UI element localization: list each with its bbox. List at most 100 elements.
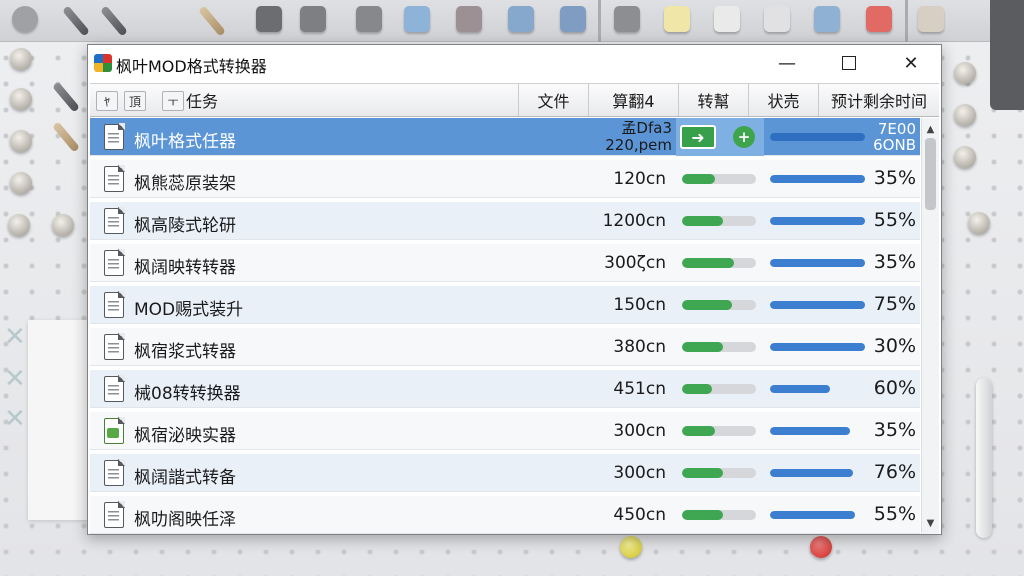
overall-progress-fill bbox=[770, 427, 850, 435]
document-icon bbox=[104, 375, 125, 402]
transfer-progress-bar bbox=[682, 510, 756, 520]
task-name: 枫宿浆式转器 bbox=[134, 342, 236, 362]
overall-progress-fill bbox=[770, 175, 865, 183]
toolbar-sort-button[interactable]: ㅜ bbox=[162, 91, 184, 111]
task-name: 械08转转换器 bbox=[134, 384, 241, 404]
close-button[interactable]: ✕ bbox=[880, 45, 941, 81]
desk-paper bbox=[28, 320, 90, 520]
task-size: 300ζcn bbox=[604, 253, 666, 273]
overall-progress-bar bbox=[770, 343, 870, 351]
desk-clip: ✕ bbox=[4, 404, 26, 434]
task-size: 300cn bbox=[613, 463, 666, 483]
transfer-progress-fill bbox=[682, 174, 716, 184]
transfer-progress-fill bbox=[682, 384, 712, 394]
overall-progress-bar bbox=[770, 427, 870, 435]
tray-tile bbox=[560, 6, 586, 32]
column-eta[interactable]: 预计剩余时间 bbox=[818, 84, 939, 116]
document-icon bbox=[104, 165, 125, 192]
overall-progress-fill bbox=[770, 217, 865, 225]
converter-window[interactable]: 枫叶MOD格式转换器 — ✕ ﾔ 頂 ㅜ 任务 文件 算翻4 转幫 状売 预计剩… bbox=[87, 44, 942, 535]
transfer-progress-fill bbox=[682, 300, 733, 310]
task-row[interactable]: 枫宿浆式转器 380cn 30% bbox=[90, 328, 920, 366]
overall-progress-bar bbox=[770, 133, 870, 141]
transfer-progress-fill bbox=[682, 342, 723, 352]
task-row[interactable]: 枫阔諧式转备 300cn 76% bbox=[90, 454, 920, 492]
overall-progress-bar bbox=[770, 217, 870, 225]
task-name: 枫熊蕊原装架 bbox=[134, 174, 236, 194]
toolbar-pin-button[interactable]: ﾔ bbox=[96, 91, 118, 111]
add-task-button[interactable]: + bbox=[733, 126, 755, 148]
scroll-up-button[interactable]: ▲ bbox=[922, 120, 939, 138]
desk-knob bbox=[10, 48, 32, 70]
spreadsheet-icon bbox=[104, 417, 125, 444]
tray-tile bbox=[356, 6, 382, 32]
scroll-down-button[interactable]: ▼ bbox=[922, 514, 939, 532]
task-size: 450cn bbox=[613, 505, 666, 525]
column-file[interactable]: 文件 bbox=[518, 84, 588, 116]
desk-knob bbox=[620, 536, 642, 558]
task-size: 300cn bbox=[613, 421, 666, 441]
maximize-icon bbox=[842, 56, 856, 70]
document-icon bbox=[104, 333, 125, 360]
desk-knob bbox=[10, 172, 32, 194]
overall-progress-bar bbox=[770, 469, 870, 477]
column-status[interactable]: 状売 bbox=[748, 84, 818, 116]
task-row[interactable]: 械08转转换器 451cn 60% bbox=[90, 370, 920, 408]
task-size-line1: 孟Dfa3 bbox=[621, 119, 672, 137]
task-name: 枫阔映转转器 bbox=[134, 258, 236, 278]
task-row[interactable]: 枫叻阁映任泽 450cn 55% bbox=[90, 496, 920, 534]
task-size-line2: 220,pem bbox=[605, 136, 672, 154]
document-icon bbox=[104, 123, 125, 150]
scroll-thumb[interactable] bbox=[925, 138, 936, 210]
convert-arrow-button[interactable]: ➜ bbox=[680, 125, 716, 149]
title-bar[interactable]: 枫叶MOD格式转换器 — ✕ bbox=[88, 45, 941, 81]
desk-knob bbox=[10, 88, 32, 110]
tray-tile bbox=[300, 6, 326, 32]
overall-progress-fill bbox=[770, 259, 865, 267]
overall-progress-bar bbox=[770, 511, 870, 519]
task-name: 枫叶格式任器 bbox=[134, 132, 236, 152]
overall-progress-bar bbox=[770, 385, 870, 393]
transfer-progress-fill bbox=[682, 258, 734, 268]
task-name: 枫宿泌映实器 bbox=[134, 426, 236, 446]
tray-tile bbox=[814, 6, 840, 32]
overall-progress-fill bbox=[770, 385, 830, 393]
task-size: 451cn bbox=[613, 379, 666, 399]
task-row[interactable]: 枫阔映转转器 300ζcn 35% bbox=[90, 244, 920, 282]
transfer-progress-fill bbox=[682, 216, 723, 226]
maximize-button[interactable] bbox=[818, 45, 880, 81]
column-size[interactable]: 算翻4 bbox=[588, 84, 678, 116]
desk-clip: ✕ bbox=[4, 364, 26, 394]
tray-tile bbox=[256, 6, 282, 32]
tray-tile bbox=[664, 6, 690, 32]
transfer-progress-bar bbox=[682, 342, 756, 352]
task-row[interactable]: 枫高陵式轮研 1200cn 55% bbox=[90, 202, 920, 240]
tray-divider bbox=[905, 0, 908, 42]
document-icon bbox=[104, 501, 125, 528]
tray-tile bbox=[714, 6, 740, 32]
column-task[interactable]: 任务 bbox=[186, 84, 246, 116]
task-row[interactable]: 枫熊蕊原装架 120cn 35% bbox=[90, 160, 920, 198]
transfer-progress-fill bbox=[682, 468, 723, 478]
desk-knob bbox=[52, 214, 74, 236]
tray-pen bbox=[198, 5, 226, 37]
tray-tile bbox=[456, 6, 482, 32]
task-row[interactable]: 枫宿泌映实器 300cn 35% bbox=[90, 412, 920, 450]
overall-progress-fill bbox=[770, 511, 855, 519]
task-row[interactable]: 枫叶格式任器 孟Dfa3 220,pem ➜ +7E00 6ΟΝΒ bbox=[90, 118, 920, 156]
task-list[interactable]: 枫叶格式任器 孟Dfa3 220,pem ➜ +7E00 6ΟΝΒ 枫熊蕊原装架 120cn 3… bbox=[90, 118, 920, 534]
task-size: 150cn bbox=[613, 295, 666, 315]
desk-block bbox=[990, 0, 1024, 110]
tray-divider bbox=[598, 0, 601, 42]
vertical-scrollbar[interactable]: ▲ ▼ bbox=[921, 118, 939, 534]
desk-knob bbox=[954, 146, 976, 168]
toolbar-view-button[interactable]: 頂 bbox=[124, 91, 146, 111]
task-size: 380cn bbox=[613, 337, 666, 357]
document-icon bbox=[104, 249, 125, 276]
overall-progress-bar bbox=[770, 301, 870, 309]
column-transfer[interactable]: 转幫 bbox=[678, 84, 748, 116]
minimize-button[interactable]: — bbox=[756, 45, 818, 81]
desk-knob bbox=[968, 212, 990, 234]
transfer-progress-fill bbox=[682, 510, 723, 520]
task-row[interactable]: MOD赐式装升 150cn 75% bbox=[90, 286, 920, 324]
